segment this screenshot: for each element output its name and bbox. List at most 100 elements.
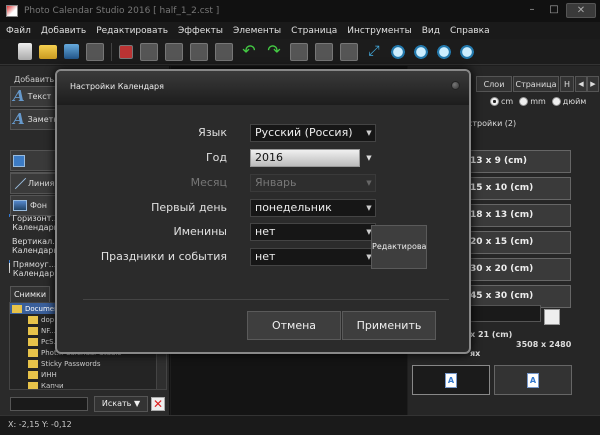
portrait-orientation-button[interactable]: A [412, 365, 490, 395]
add-size-icon[interactable] [544, 309, 560, 325]
add-text-label: Текст [27, 92, 52, 101]
size-preset-button[interactable]: 13 x 9 (cm) [465, 150, 571, 173]
folder-icon [28, 337, 38, 346]
menu-view[interactable]: Вид [422, 26, 440, 36]
first-day-label: Первый день [151, 201, 227, 214]
unit-inch[interactable]: дюйм [551, 97, 586, 106]
language-value: Русский (Россия) [255, 126, 353, 139]
add-page-icon[interactable] [86, 42, 104, 61]
name-days-value: нет [255, 225, 276, 238]
vertical-calendar-item[interactable]: Вертикал... Календарь [9, 237, 59, 257]
add-shape-button[interactable] [10, 150, 58, 171]
menu-file[interactable]: Файл [6, 26, 31, 36]
tree-item-label: Sticky Passwords [41, 359, 101, 368]
language-label: Язык [198, 126, 227, 139]
tab-prev-icon[interactable]: ◀ [575, 76, 587, 92]
menu-edit[interactable]: Редактировать [96, 26, 168, 36]
size-preset-button[interactable]: 20 x 15 (cm) [465, 231, 571, 254]
paper-size-select[interactable] [465, 305, 541, 322]
delete-icon[interactable] [119, 44, 133, 59]
add-line-label: Линия [28, 179, 55, 188]
rectangular-calendar-label: Прямоуг... Календарь [12, 260, 59, 278]
bring-forward-icon[interactable] [140, 42, 158, 61]
pixel-size-text: 3508 x 2480 [516, 340, 572, 349]
chevron-down-icon: ▼ [366, 204, 372, 212]
chevron-down-icon: ▼ [366, 129, 372, 137]
tab-next-icon[interactable]: ▶ [587, 76, 599, 92]
folder-icon [28, 381, 38, 389]
align-icon[interactable] [340, 42, 358, 61]
title-bar: Photo Calendar Studio 2016 [ half_1_2.cs… [0, 0, 600, 22]
portrait-page-icon: A [445, 372, 457, 388]
folder-icon [28, 326, 38, 335]
minimize-button[interactable]: – [522, 3, 542, 18]
menu-elements[interactable]: Элементы [233, 26, 281, 36]
landscape-orientation-button[interactable]: A [494, 365, 572, 395]
bring-to-front-icon[interactable] [190, 42, 208, 61]
tab-snapshots[interactable]: Снимки [10, 286, 50, 302]
search-input[interactable] [10, 397, 88, 411]
tree-item[interactable]: ИНН [10, 369, 166, 380]
language-select[interactable]: Русский (Россия) ▼ [250, 124, 376, 142]
maximize-button[interactable]: □ [544, 3, 564, 18]
zoom-actual-icon[interactable] [436, 43, 452, 60]
tree-item[interactable]: Капчи [10, 380, 166, 389]
tree-item[interactable]: Sticky Passwords [10, 358, 166, 369]
undo-icon[interactable]: ↶ [240, 42, 258, 61]
size-preset-button[interactable]: 15 x 10 (cm) [465, 177, 571, 200]
folder-icon [28, 370, 38, 379]
horizontal-calendar-label: Горизонт... Календарь [12, 214, 59, 232]
menu-effects[interactable]: Эффекты [178, 26, 223, 36]
year-input[interactable]: 2016 ▼ [250, 149, 372, 167]
send-backward-icon[interactable] [165, 42, 183, 61]
size-preset-button[interactable]: 18 x 13 (cm) [465, 204, 571, 227]
tree-item-label: ИНН [41, 370, 57, 379]
menu-help[interactable]: Справка [450, 26, 490, 36]
chevron-down-icon: ▼ [366, 179, 372, 187]
group-icon[interactable] [290, 42, 308, 61]
pixel-unit-text: ях [470, 349, 481, 358]
first-day-select[interactable]: понедельник ▼ [250, 199, 376, 217]
ungroup-icon[interactable] [315, 42, 333, 61]
size-preset-button[interactable]: 30 x 20 (cm) [465, 258, 571, 281]
save-icon[interactable] [64, 44, 79, 59]
clear-search-icon[interactable]: ✕ [151, 397, 165, 411]
tab-more[interactable]: Н [560, 76, 574, 92]
unit-cm[interactable]: cm [490, 97, 513, 106]
vertical-calendar-label: Вертикал... Календарь [12, 237, 59, 255]
open-folder-icon[interactable] [39, 44, 57, 59]
unit-mm[interactable]: mm [519, 97, 546, 106]
zoom-in-icon[interactable] [390, 43, 406, 60]
fit-to-window-icon[interactable]: ⤢ [365, 43, 383, 61]
dialog-close-icon[interactable] [451, 81, 460, 90]
apply-button[interactable]: Применить [342, 311, 436, 340]
search-button[interactable]: Искать ▼ [94, 396, 148, 412]
tab-layers[interactable]: Слои [476, 76, 512, 92]
add-background-button[interactable]: Фон [10, 195, 58, 216]
radio-icon [519, 97, 529, 106]
new-document-icon[interactable] [18, 43, 32, 60]
close-button[interactable]: ✕ [566, 3, 596, 18]
zoom-fit-icon[interactable] [459, 43, 475, 60]
add-note-button[interactable]: A Заметка [10, 109, 58, 130]
tab-page[interactable]: Страница [513, 76, 559, 92]
menu-tools[interactable]: Инструменты [347, 26, 411, 36]
holidays-select[interactable]: нет ▼ [250, 248, 376, 266]
cancel-button[interactable]: Отмена [247, 311, 341, 340]
menu-page[interactable]: Страница [291, 26, 337, 36]
rectangular-calendar-item[interactable]: Прямоуг... Календарь [9, 260, 59, 280]
settings-subtab[interactable]: стройки (2) [468, 119, 516, 128]
month-label: Месяц [190, 176, 227, 189]
menu-add[interactable]: Добавить [41, 26, 86, 36]
zoom-out-icon[interactable] [413, 43, 429, 60]
edit-button[interactable]: Редактировать [371, 225, 427, 269]
horizontal-calendar-item[interactable]: Горизонт... Календарь [9, 214, 59, 234]
landscape-page-icon: A [527, 372, 539, 388]
text-icon: A [13, 87, 25, 105]
folder-icon [28, 359, 38, 368]
redo-icon[interactable]: ↷ [265, 42, 283, 61]
send-to-back-icon[interactable] [215, 42, 233, 61]
add-line-button[interactable]: Линия [10, 173, 58, 194]
add-text-button[interactable]: A Текст [10, 86, 58, 107]
name-days-select[interactable]: нет ▼ [250, 223, 376, 241]
